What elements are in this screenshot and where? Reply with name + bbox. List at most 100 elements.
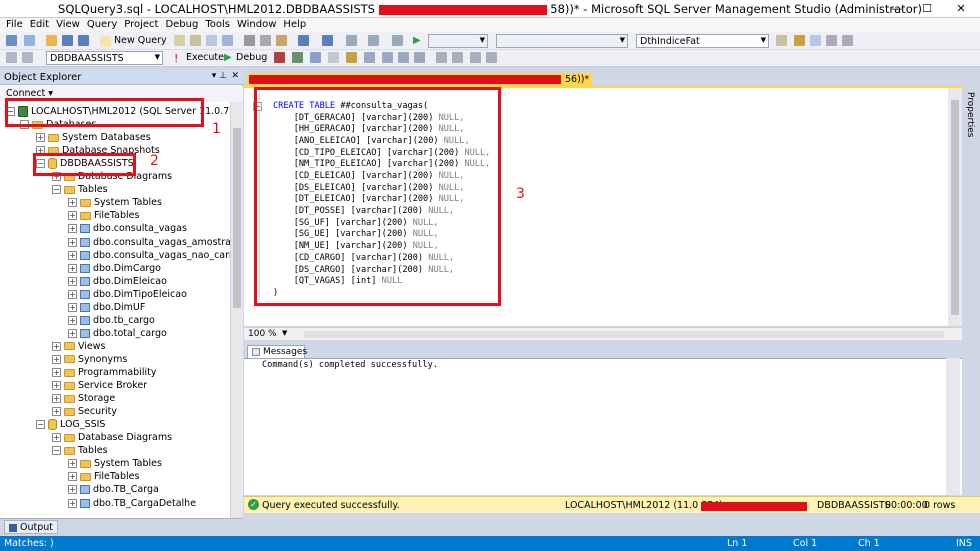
expand-icon[interactable]: + xyxy=(68,224,77,234)
tree-node[interactable]: + Views xyxy=(52,340,106,353)
tree-node[interactable]: + System Tables xyxy=(68,196,162,209)
tree-node[interactable]: + Service Broker xyxy=(52,379,147,392)
solution-config-combo[interactable]: ▼ xyxy=(428,34,488,48)
cancel-query-icon[interactable] xyxy=(274,52,285,63)
undo-icon[interactable] xyxy=(298,35,309,46)
analysis-query-icon[interactable] xyxy=(190,35,201,46)
execute-button[interactable]: Execute xyxy=(186,52,224,63)
open-file-icon[interactable] xyxy=(46,35,57,46)
expand-icon[interactable]: + xyxy=(68,328,77,338)
expand-icon[interactable]: + xyxy=(68,472,77,482)
editor-zoom-level[interactable]: 100 % xyxy=(248,329,277,339)
tree-node[interactable]: + Programmability xyxy=(52,366,156,379)
expand-icon[interactable]: + xyxy=(52,354,61,364)
display-plan-icon[interactable] xyxy=(310,52,321,63)
include-plan-icon[interactable] xyxy=(346,52,357,63)
query-tab-suffix[interactable]: 56))* xyxy=(562,73,593,86)
properties-side-tab[interactable]: Properties xyxy=(962,88,980,198)
editor-scrollbar[interactable] xyxy=(948,88,962,326)
results-grid-icon[interactable] xyxy=(398,52,409,63)
collapse-icon[interactable]: − xyxy=(52,446,61,456)
debug-button[interactable]: Debug xyxy=(236,52,267,63)
expand-icon[interactable]: + xyxy=(52,433,61,443)
expand-icon[interactable]: + xyxy=(36,133,45,143)
results-text-icon[interactable] xyxy=(382,52,393,63)
back-icon[interactable] xyxy=(6,35,17,46)
query-document-tab[interactable] xyxy=(247,73,562,86)
dmx-query-icon[interactable] xyxy=(222,35,233,46)
solution-explorer-icon[interactable] xyxy=(794,35,805,46)
properties-icon[interactable] xyxy=(810,35,821,46)
tree-node[interactable]: + Database Diagrams xyxy=(52,431,172,444)
expand-icon[interactable]: + xyxy=(68,198,77,208)
tree-node[interactable]: + dbo.DimEleicao xyxy=(68,275,167,288)
redo-icon[interactable] xyxy=(322,35,333,46)
collapse-icon[interactable]: − xyxy=(52,185,61,195)
connect-icon[interactable] xyxy=(6,52,17,63)
expand-icon[interactable]: + xyxy=(68,315,77,325)
scroll-thumb[interactable] xyxy=(951,100,959,315)
menu-edit[interactable]: Edit xyxy=(28,18,54,32)
query-designer-icon[interactable] xyxy=(328,52,339,63)
collapse-icon[interactable]: − xyxy=(36,420,45,430)
execute-icon[interactable]: ! xyxy=(174,52,178,65)
scroll-thumb[interactable] xyxy=(233,128,241,308)
tree-node[interactable]: − LOG_SSIS xyxy=(36,418,105,431)
query-type-icon[interactable] xyxy=(174,35,185,46)
new-project-icon[interactable] xyxy=(24,35,35,46)
menu-window[interactable]: Window xyxy=(235,18,281,32)
copy-icon[interactable] xyxy=(260,35,271,46)
paste-icon[interactable] xyxy=(276,35,287,46)
object-explorer-scrollbar[interactable] xyxy=(230,102,243,518)
tree-node[interactable]: + dbo.consulta_vagas_nao_carregadas xyxy=(68,249,230,262)
navigate-forward-icon[interactable] xyxy=(368,35,379,46)
tree-node[interactable]: + Synonyms xyxy=(52,353,127,366)
results-file-icon[interactable] xyxy=(414,52,425,63)
messages-scrollbar[interactable] xyxy=(946,358,960,495)
expand-icon[interactable]: + xyxy=(68,211,77,221)
tree-node[interactable]: + FileTables xyxy=(68,470,139,483)
menu-debug[interactable]: Debug xyxy=(163,18,203,32)
start-debug-icon[interactable]: ▶ xyxy=(413,35,421,46)
tree-node[interactable]: − Tables xyxy=(52,444,108,457)
script-icon[interactable] xyxy=(392,35,403,46)
solution-platform-combo[interactable]: ▼ xyxy=(496,34,628,48)
expand-icon[interactable]: + xyxy=(52,341,61,351)
menu-tools[interactable]: Tools xyxy=(203,18,235,32)
tree-node[interactable]: + dbo.TB_CargaDetalhe xyxy=(68,497,196,510)
minimize-button[interactable]: — xyxy=(882,0,912,18)
maximize-button[interactable]: ☐ xyxy=(912,0,942,18)
save-all-icon[interactable] xyxy=(78,35,89,46)
tree-node[interactable]: − Tables xyxy=(52,183,108,196)
close-button[interactable]: ✕ xyxy=(942,0,980,18)
uncomment-icon[interactable] xyxy=(452,52,463,63)
expand-icon[interactable]: + xyxy=(52,368,61,377)
close-icon[interactable]: ✕ xyxy=(231,71,239,81)
results-splitter[interactable] xyxy=(244,340,962,344)
expand-icon[interactable]: + xyxy=(68,276,77,286)
tree-node[interactable]: + dbo.tb_cargo xyxy=(68,314,155,327)
menu-file[interactable]: File xyxy=(4,18,28,32)
navigate-backward-icon[interactable] xyxy=(346,35,357,46)
options-icon[interactable] xyxy=(842,35,853,46)
expand-icon[interactable]: + xyxy=(68,250,77,260)
pin-icon[interactable]: ▾ ⊥ xyxy=(212,71,227,81)
expand-icon[interactable]: + xyxy=(52,381,61,391)
tree-node[interactable]: + dbo.DimUF xyxy=(68,301,145,314)
debug-icon[interactable]: ▶ xyxy=(224,52,232,63)
tree-node[interactable]: + dbo.consulta_vagas xyxy=(68,222,187,235)
available-databases-combo[interactable]: DBDBAASSISTS ▼ xyxy=(46,51,163,65)
save-icon[interactable] xyxy=(62,35,73,46)
expand-icon[interactable]: + xyxy=(52,394,61,404)
menu-view[interactable]: View xyxy=(54,18,85,32)
expand-icon[interactable]: + xyxy=(68,485,77,495)
tree-node[interactable]: + Security xyxy=(52,405,117,418)
menu-query[interactable]: Query xyxy=(85,18,122,32)
horizontal-scrollbar[interactable] xyxy=(304,331,944,338)
tree-node[interactable]: + dbo.DimCargo xyxy=(68,262,161,275)
expand-icon[interactable]: + xyxy=(68,498,77,508)
expand-icon[interactable]: + xyxy=(68,289,77,299)
tree-node[interactable]: + System Tables xyxy=(68,457,162,470)
mdx-query-icon[interactable] xyxy=(206,35,217,46)
change-connection-icon[interactable] xyxy=(22,52,33,63)
